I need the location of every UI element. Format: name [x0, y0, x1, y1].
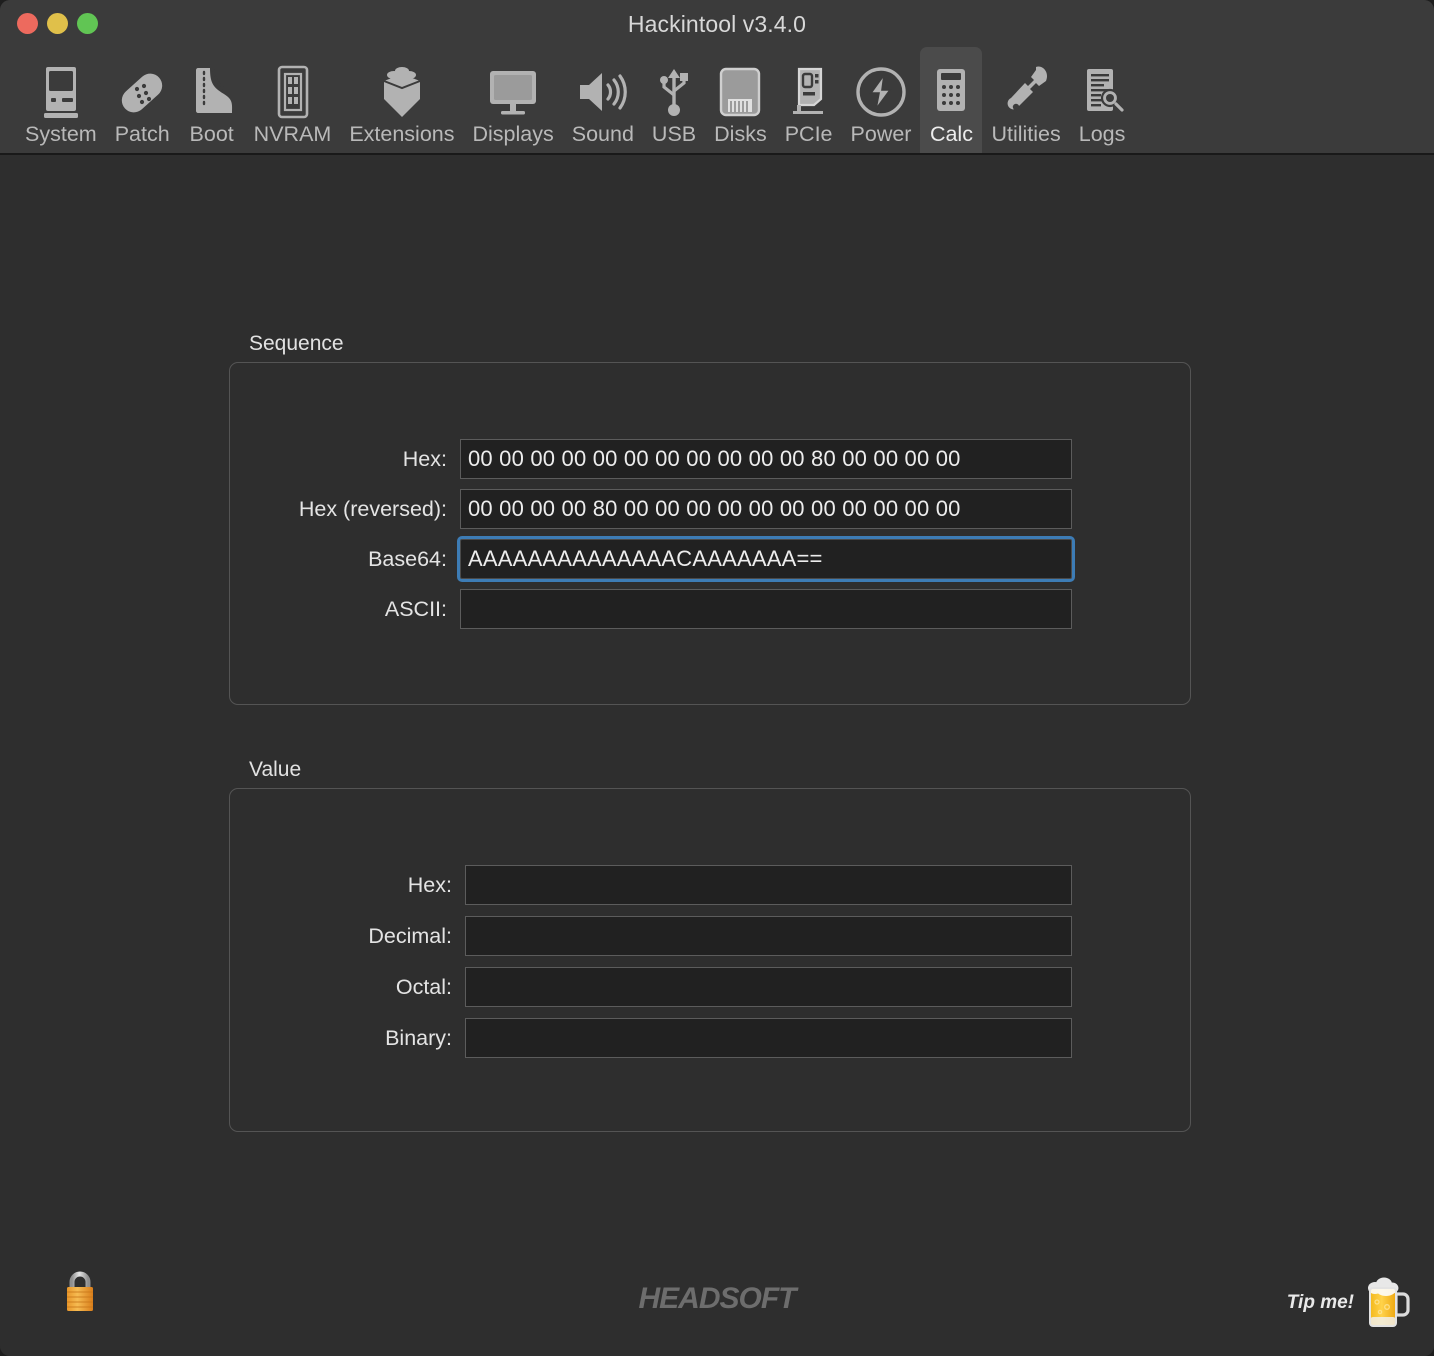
value-decimal-label: Decimal: [368, 923, 452, 948]
toolbar-label: Patch [114, 121, 170, 146]
sequence-hex-label: Hex: [402, 446, 447, 471]
toolbar-item-pcie[interactable]: PCIe [776, 47, 842, 153]
lightning-bolt-icon [855, 64, 907, 122]
sequence-base64-input[interactable]: AAAAAAAAAAAAAACAAAAAAA== [457, 536, 1075, 582]
toolbar-label: Utilities [991, 121, 1061, 146]
toolbar-item-nvram[interactable]: NVRAM [245, 47, 341, 153]
value-binary-label: Binary: [385, 1025, 452, 1050]
sequence-group: Sequence Hex: 00 00 00 00 00 00 00 00 00… [229, 332, 1191, 705]
wrench-icon [1002, 64, 1050, 122]
value-decimal-row: Decimal: [230, 916, 1190, 956]
calc-pane: Sequence Hex: 00 00 00 00 00 00 00 00 00… [0, 155, 1434, 1356]
value-hex-input[interactable] [465, 865, 1072, 905]
toolbar-item-patch[interactable]: Patch [106, 47, 179, 153]
value-binary-input[interactable] [465, 1018, 1072, 1058]
bandage-icon [117, 64, 167, 122]
title-bar: Hackintool v3.4.0 [0, 0, 1434, 47]
toolbar-label: Power [850, 121, 912, 146]
toolbar-label: Sound [571, 121, 634, 146]
toolbar-label: Logs [1078, 121, 1126, 146]
value-group-title: Value [249, 758, 302, 781]
sequence-base64-label: Base64: [368, 546, 447, 571]
calculator-icon [929, 64, 973, 122]
toolbar-item-displays[interactable]: Displays [464, 47, 563, 153]
toolbar-item-extensions[interactable]: Extensions [340, 47, 463, 153]
toolbar-label: Disks [714, 121, 767, 146]
sequence-ascii-label: ASCII: [384, 596, 447, 621]
toolbar-item-utilities[interactable]: Utilities [982, 47, 1069, 153]
toolbar-item-power[interactable]: Power [842, 47, 921, 153]
sequence-ascii-input[interactable] [460, 589, 1072, 629]
toolbar-item-usb[interactable]: USB [643, 47, 705, 153]
toolbar-item-calc[interactable]: Calc [920, 47, 983, 153]
usb-icon [653, 64, 695, 122]
toolbar-label: Calc [929, 121, 973, 146]
value-octal-row: Octal: [230, 967, 1190, 1007]
value-octal-input[interactable] [465, 967, 1072, 1007]
status-bar: HEADSOFT Tip me! [0, 1246, 1434, 1356]
sequence-group-title: Sequence [249, 332, 344, 355]
value-binary-row: Binary: [230, 1018, 1190, 1058]
toolbar-label: Displays [472, 121, 554, 146]
toolbar-label: USB [651, 121, 697, 146]
value-hex-row: Hex: [230, 865, 1190, 905]
value-octal-label: Octal: [395, 974, 452, 999]
pcie-card-icon [787, 64, 831, 122]
headsoft-logo: HEADSOFT [638, 1282, 797, 1315]
main-toolbar: System Patch Boot NVRAM Extensions Displ… [0, 47, 1434, 155]
document-search-icon [1079, 64, 1125, 122]
computer-icon [38, 64, 84, 122]
boot-icon [188, 64, 236, 122]
sequence-ascii-row: ASCII: [230, 589, 1190, 629]
toolbar-label: NVRAM [253, 121, 332, 146]
beer-mug-icon [1362, 1276, 1410, 1330]
toolbar-label: Boot [189, 121, 234, 146]
speaker-icon [576, 64, 630, 122]
sequence-group-box: Hex: 00 00 00 00 00 00 00 00 00 00 00 80… [229, 362, 1191, 705]
toolbar-label: Extensions [349, 121, 455, 146]
sequence-hex-reversed-row: Hex (reversed): 00 00 00 00 80 00 00 00 … [230, 489, 1190, 529]
value-group-box: Hex: Decimal: Octal: Binary: [229, 788, 1191, 1132]
toolbar-item-disks[interactable]: Disks [705, 47, 776, 153]
sequence-hex-input[interactable]: 00 00 00 00 00 00 00 00 00 00 00 80 00 0… [460, 439, 1072, 479]
toolbar-label: System [25, 121, 97, 146]
sequence-hex-reversed-input[interactable]: 00 00 00 00 80 00 00 00 00 00 00 00 00 0… [460, 489, 1072, 529]
sequence-hex-row: Hex: 00 00 00 00 00 00 00 00 00 00 00 80… [230, 439, 1190, 479]
lego-brick-icon [376, 64, 428, 122]
toolbar-item-logs[interactable]: Logs [1070, 47, 1135, 153]
tip-me-button[interactable]: Tip me! [1287, 1276, 1410, 1330]
sequence-base64-row: Base64: AAAAAAAAAAAAAACAAAAAAA== [230, 536, 1190, 582]
value-group: Value Hex: Decimal: Octal: Binary: [229, 758, 1191, 1132]
value-decimal-input[interactable] [465, 916, 1072, 956]
value-hex-label: Hex: [407, 872, 452, 897]
hard-drive-icon [716, 64, 764, 122]
monitor-icon [486, 64, 540, 122]
toolbar-item-boot[interactable]: Boot [179, 47, 245, 153]
toolbar-item-system[interactable]: System [16, 47, 106, 153]
app-window: Hackintool v3.4.0 System Patch Boot NVRA… [0, 0, 1434, 1356]
window-title: Hackintool v3.4.0 [627, 11, 807, 37]
tip-me-label: Tip me! [1286, 1292, 1354, 1313]
sequence-hex-reversed-label: Hex (reversed): [298, 496, 447, 521]
memory-chip-icon [273, 64, 313, 122]
toolbar-item-sound[interactable]: Sound [563, 47, 643, 153]
toolbar-label: PCIe [784, 121, 833, 146]
